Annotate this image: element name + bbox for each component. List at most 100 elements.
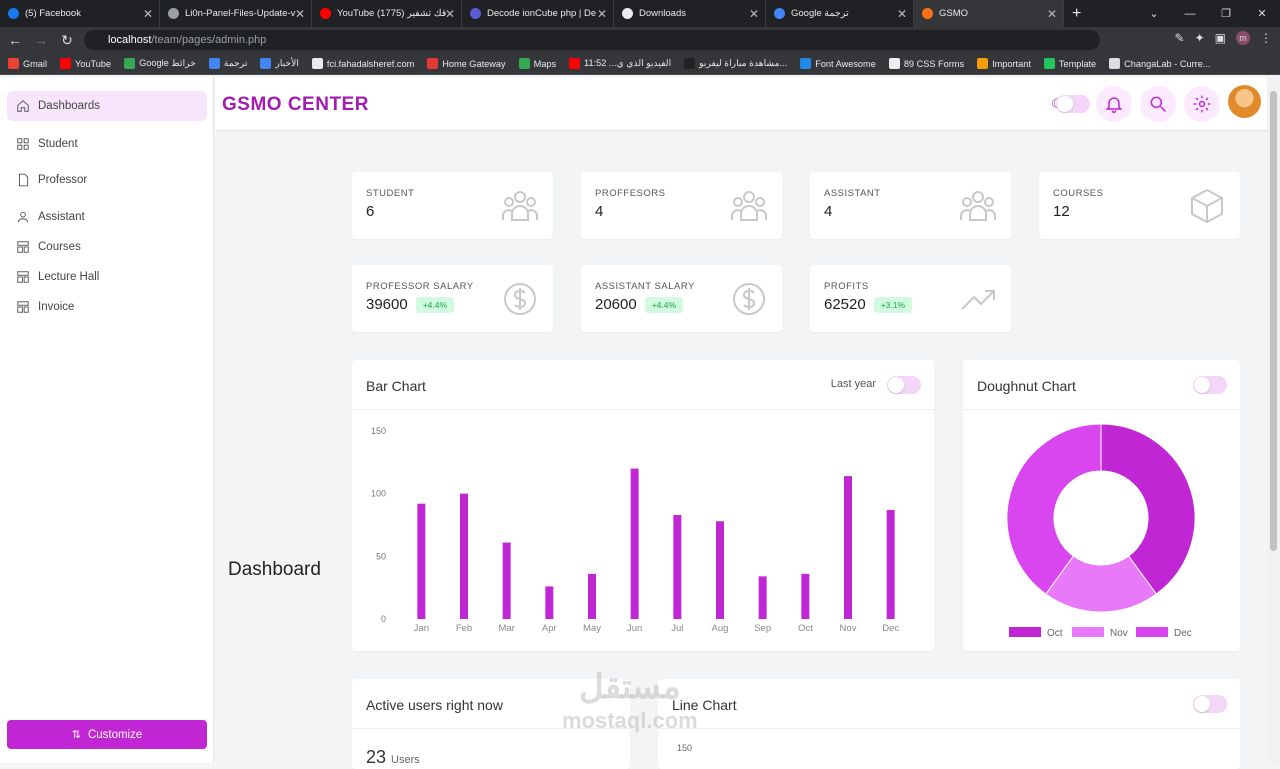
stat-label: ASSISTANT	[824, 188, 881, 199]
bookmark-item[interactable]: Google خرائط	[124, 58, 196, 69]
back-icon[interactable]: ←	[4, 32, 26, 48]
browser-tab[interactable]: Google ترجمة ✕	[766, 0, 914, 27]
toolbar-icons: ✎ ✦ ▣ m ⋮	[1175, 31, 1272, 45]
new-tab-icon[interactable]: +	[1064, 0, 1089, 27]
tab-close-icon[interactable]: ✕	[295, 7, 305, 21]
notifications-button[interactable]	[1096, 86, 1132, 122]
browser-tab[interactable]: Li0n-Panel-Files-Update-v ✕	[160, 0, 312, 27]
close-window-icon[interactable]: ✕	[1244, 7, 1280, 20]
browser-tab[interactable]: YouTube (1775) فك تشفير ✕	[312, 0, 462, 27]
bar-feb[interactable]	[460, 493, 468, 619]
bar-jan[interactable]	[417, 503, 426, 619]
sidebar-item-student[interactable]: Student	[7, 129, 207, 159]
customize-button[interactable]: ⇅ Customize	[7, 720, 207, 749]
tab-search-icon[interactable]: ⌄	[1136, 7, 1172, 20]
bookmark-item[interactable]: fci.fahadalsheref.com	[311, 58, 414, 69]
browser-tab[interactable]: Downloads ✕	[614, 0, 766, 27]
sidebar-item-courses[interactable]: Courses	[7, 232, 207, 262]
address-bar: ← → ↻ localhost/team/pages/admin.php ✎ ✦…	[0, 27, 1280, 53]
bookmark-icon	[800, 58, 812, 69]
dark-mode-toggle[interactable]	[1056, 95, 1090, 113]
tab-favicon-icon	[320, 8, 331, 19]
tab-favicon-icon	[168, 8, 179, 19]
bookmark-item[interactable]: 89 CSS Forms	[888, 58, 964, 69]
bookmark-item[interactable]: YouTube	[60, 58, 111, 69]
bookmark-item[interactable]: ترجمة	[208, 58, 247, 69]
x-tick-label: Dec	[882, 623, 899, 634]
bookmark-item[interactable]: Important	[977, 58, 1031, 69]
card-title: Bar Chart	[366, 378, 426, 394]
bar-jun[interactable]	[630, 468, 639, 619]
browser-tab[interactable]: GSMO ✕	[914, 0, 1064, 27]
bookmark-item[interactable]: الأخبار	[260, 58, 299, 69]
extensions-icon[interactable]: ✎	[1175, 31, 1185, 45]
last-year-toggle[interactable]	[887, 376, 921, 394]
browser-tab[interactable]: Decode ionCube php | De ✕	[462, 0, 614, 27]
bar-sep[interactable]	[758, 576, 767, 619]
menu-icon[interactable]: ⋮	[1260, 31, 1272, 45]
search-button[interactable]	[1140, 86, 1176, 122]
sidebar-item-invoice[interactable]: Invoice	[7, 292, 207, 322]
bookmark-item[interactable]: Font Awesome	[800, 58, 876, 69]
puzzle-icon[interactable]: ✦	[1195, 31, 1205, 45]
url-field[interactable]: localhost/team/pages/admin.php	[84, 30, 1100, 50]
tab-close-icon[interactable]: ✕	[597, 7, 607, 21]
bar-oct[interactable]	[801, 573, 810, 619]
bar-chart: 0 50 100 150 Jan Feb Mar Apr May Jun Jul Aug Sep Oct N…	[371, 426, 899, 634]
bookmark-item[interactable]: Home Gateway	[427, 58, 506, 69]
tab-close-icon[interactable]: ✕	[445, 7, 455, 21]
bar-mar[interactable]	[502, 542, 511, 619]
bookmark-item[interactable]: ChangaLab - Curre...	[1109, 58, 1210, 69]
bookmark-item[interactable]: Maps	[518, 58, 556, 69]
forward-icon[interactable]: →	[30, 32, 52, 48]
avatar[interactable]	[1228, 85, 1261, 118]
sidebar-item-assistant[interactable]: Assistant	[7, 202, 207, 232]
bookmark-item[interactable]: الفيديو الذي ي... 11:52	[569, 58, 671, 69]
bookmark-item[interactable]: Gmail	[8, 58, 47, 69]
legend-swatch	[1072, 627, 1104, 637]
bookmark-label: Important	[992, 58, 1031, 69]
bar-dec[interactable]	[886, 509, 895, 619]
stat-value: 6	[366, 203, 375, 220]
scrollbar-thumb[interactable]	[1270, 91, 1277, 551]
reload-icon[interactable]: ↻	[56, 32, 78, 49]
stat-label: PROFFESORS	[595, 188, 666, 199]
tab-favicon-icon	[622, 8, 633, 19]
bookmark-item[interactable]: Template	[1043, 58, 1096, 69]
bar-apr[interactable]	[545, 586, 554, 619]
tab-close-icon[interactable]: ✕	[143, 7, 153, 21]
url-host: localhost	[108, 34, 152, 46]
sidebar-item-professor[interactable]: Professor	[7, 165, 207, 195]
bar-nov[interactable]	[844, 476, 852, 619]
tab-close-icon[interactable]: ✕	[1047, 7, 1057, 21]
sidebar-item-dashboards[interactable]: Dashboards	[7, 91, 207, 121]
gear-icon	[1193, 95, 1211, 113]
x-tick-label: Oct	[798, 623, 813, 634]
last-year-label: Last year	[830, 378, 876, 390]
doughnut-toggle[interactable]	[1193, 376, 1227, 394]
tab-close-icon[interactable]: ✕	[749, 7, 759, 21]
x-tick-label: Jun	[627, 623, 642, 634]
bar-aug[interactable]	[716, 521, 724, 619]
line-chart-toggle[interactable]	[1193, 695, 1227, 713]
restore-icon[interactable]: ❐	[1208, 7, 1244, 20]
browser-tab[interactable]: (5) Facebook ✕	[0, 0, 160, 27]
sidepanel-icon[interactable]: ▣	[1215, 31, 1226, 45]
minimize-icon[interactable]: —	[1172, 8, 1208, 20]
bookmark-label: الأخبار	[275, 58, 299, 68]
y-tick-label: 0	[381, 614, 386, 624]
bar-may[interactable]	[588, 573, 596, 619]
settings-button[interactable]	[1184, 86, 1220, 122]
tab-close-icon[interactable]: ✕	[897, 7, 907, 21]
brand-title: GSMO CENTER	[222, 94, 369, 115]
page-scrollbar[interactable]	[1267, 77, 1280, 763]
bar-jul[interactable]	[673, 514, 682, 619]
bookmark-item[interactable]: مشاهدة مباراة ليفربو...	[684, 58, 787, 69]
active-users-unit: Users	[391, 754, 420, 766]
sidebar-item-lecture-hall[interactable]: Lecture Hall	[7, 262, 207, 292]
browser-tab-strip: (5) Facebook ✕ Li0n-Panel-Files-Update-v ✕ Y…	[0, 0, 1280, 27]
stat-label: STUDENT	[366, 188, 415, 199]
bookmark-icon	[1043, 58, 1055, 69]
users-icon	[731, 191, 767, 221]
profile-icon[interactable]: m	[1236, 31, 1250, 45]
